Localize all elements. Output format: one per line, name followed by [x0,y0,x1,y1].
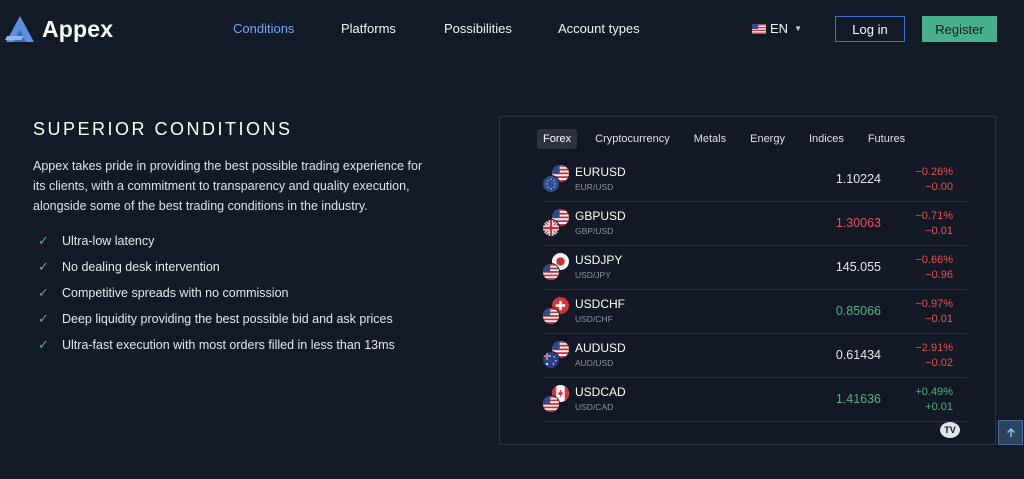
login-button[interactable]: Log in [835,16,905,42]
feature-item: ✓ Deep liquidity providing the best possi… [38,306,395,332]
quotes-list: EURUSD EUR/USD 1.10224 −0.26% −0.00 GBPU… [542,158,967,422]
quote-change: −0.97% −0.01 [915,297,953,327]
nav-account-types[interactable]: Account types [558,21,640,36]
change-percent: −0.66% [915,254,953,266]
logo-text: Appex [42,15,114,42]
quote-pair: USD/CHF [575,314,613,324]
register-button[interactable]: Register [922,16,997,42]
feature-text: Ultra-low latency [62,234,155,248]
feature-text: Ultra-fast execution with most orders fi… [62,338,395,352]
change-percent: −0.97% [915,298,953,310]
check-icon: ✓ [38,259,49,274]
quote-symbol: AUDUSD [575,341,626,355]
us-flag-icon [542,395,560,413]
quote-symbol: USDCHF [575,297,625,311]
currency-flags [542,385,570,413]
feature-text: No dealing desk intervention [62,260,220,274]
tab-cryptocurrency[interactable]: Cryptocurrency [589,129,676,149]
market-quotes-widget: Forex Cryptocurrency Metals Energy Indic… [499,116,996,445]
arrow-up-icon [1006,427,1015,437]
quote-row-usdcad[interactable]: USDCAD USD/CAD 1.41636 +0.49% +0.01 [542,378,967,422]
feature-item: ✓ No dealing desk intervention [38,254,395,280]
change-absolute: −0.02 [925,357,953,369]
currency-flags [542,341,570,369]
chevron-down-icon: ▼ [794,24,802,33]
quote-price: 1.41636 [835,392,881,406]
tradingview-logo-icon[interactable]: TV [940,422,960,438]
quote-change: −0.71% −0.01 [915,209,953,239]
quote-row-usdjpy[interactable]: USDJPY USD/JPY 145.055 −0.66% −0.96 [542,246,967,290]
check-icon: ✓ [38,233,49,248]
tab-futures[interactable]: Futures [862,129,911,149]
quote-symbol: USDCAD [575,385,626,399]
quote-pair: USD/JPY [575,270,611,280]
scroll-to-top-button[interactable] [998,420,1023,445]
currency-flags [542,253,570,281]
market-tabs: Forex Cryptocurrency Metals Energy Indic… [537,129,923,149]
feature-item: ✓ Ultra-low latency [38,228,395,254]
change-absolute: −0.00 [925,181,953,193]
eu-flag-icon [542,175,560,193]
tab-metals[interactable]: Metals [688,129,732,149]
us-flag-icon [752,23,766,34]
feature-text: Deep liquidity providing the best possib… [62,312,393,326]
quote-row-audusd[interactable]: AUDUSD AUD/USD 0.61434 −2.91% −0.02 [542,334,967,378]
nav-possibilities[interactable]: Possibilities [444,21,512,36]
currency-flags [542,209,570,237]
change-absolute: −0.01 [925,313,953,325]
uk-flag-icon [542,219,560,237]
us-flag-icon [542,307,560,325]
quote-row-gbpusd[interactable]: GBPUSD GBP/USD 1.30063 −0.71% −0.01 [542,202,967,246]
tab-indices[interactable]: Indices [803,129,850,149]
language-selector[interactable]: EN ▼ [752,21,802,36]
change-absolute: +0.01 [925,401,953,413]
header: Appex Conditions Platforms Possibilities… [0,0,1024,60]
change-percent: +0.49% [915,386,953,398]
tab-forex[interactable]: Forex [537,129,578,149]
feature-text: Competitive spreads with no commission [62,286,289,300]
quote-price: 1.30063 [835,216,881,230]
features-list: ✓ Ultra-low latency ✓ No dealing desk inte… [38,228,395,358]
change-percent: −0.71% [915,210,953,222]
quote-row-usdchf[interactable]: USDCHF USD/CHF 0.85066 −0.97% −0.01 [542,290,967,334]
change-percent: −2.91% [915,342,953,354]
tab-energy[interactable]: Energy [744,129,791,149]
quote-price: 145.055 [835,260,881,274]
quote-row-eurusd[interactable]: EURUSD EUR/USD 1.10224 −0.26% −0.00 [542,158,967,202]
change-percent: −0.26% [915,166,953,178]
intro-paragraph: Appex takes pride in providing the best … [33,159,423,213]
quote-symbol: GBPUSD [575,209,626,223]
feature-item: ✓ Competitive spreads with no commission [38,280,395,306]
check-icon: ✓ [38,337,49,352]
quote-change: −0.66% −0.96 [915,253,953,283]
quote-price: 0.61434 [835,348,881,362]
us-flag-icon [542,263,560,281]
quote-change: −2.91% −0.02 [915,341,953,371]
nav-conditions[interactable]: Conditions [233,21,294,36]
section-heading: SUPERIOR CONDITIONS [33,119,293,139]
quote-price: 0.85066 [835,304,881,318]
quote-pair: AUD/USD [575,358,614,368]
quote-price: 1.10224 [835,172,881,186]
quote-change: +0.49% +0.01 [915,385,953,415]
quote-pair: GBP/USD [575,226,614,236]
appex-logo-icon [5,16,34,42]
quote-pair: EUR/USD [575,182,614,192]
check-icon: ✓ [38,311,49,326]
currency-flags [542,165,570,193]
quote-symbol: EURUSD [575,165,626,179]
change-absolute: −0.96 [925,269,953,281]
au-flag-icon [542,351,560,369]
quote-symbol: USDJPY [575,253,623,267]
change-absolute: −0.01 [925,225,953,237]
logo[interactable]: Appex [4,14,113,44]
quote-change: −0.26% −0.00 [915,165,953,195]
language-label: EN [770,21,789,36]
nav-platforms[interactable]: Platforms [341,21,396,36]
feature-item: ✓ Ultra-fast execution with most orders f… [38,332,395,358]
quote-pair: USD/CAD [575,402,614,412]
currency-flags [542,297,570,325]
check-icon: ✓ [38,285,49,300]
